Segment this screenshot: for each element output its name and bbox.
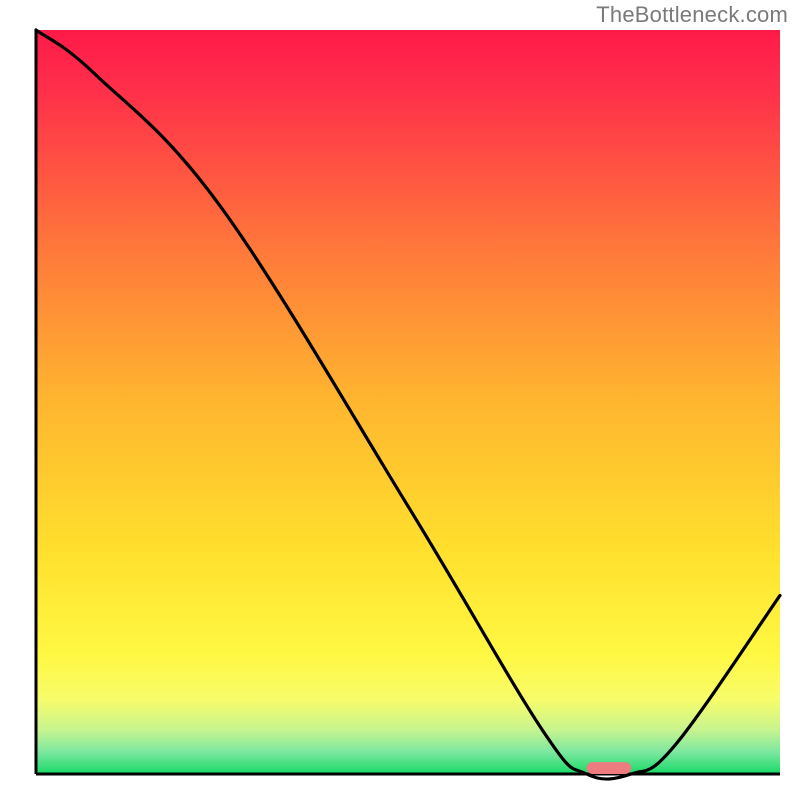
target-marker bbox=[587, 762, 632, 774]
chart-canvas bbox=[0, 0, 800, 800]
bottleneck-chart: TheBottleneck.com bbox=[0, 0, 800, 800]
plot-background bbox=[36, 30, 780, 774]
watermark-text: TheBottleneck.com bbox=[596, 2, 788, 28]
